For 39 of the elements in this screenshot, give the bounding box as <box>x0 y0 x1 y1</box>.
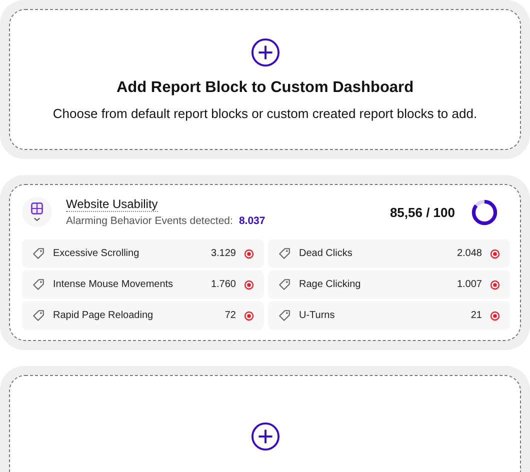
summary-label: Alarming Behavior Events detected: <box>66 215 233 227</box>
summary-value: 8.037 <box>238 215 266 227</box>
alert-dot-icon <box>490 310 500 320</box>
metric-name: Intense Mouse Movements <box>53 279 174 290</box>
metric-name: Excessive Scrolling <box>53 248 140 259</box>
metric-name: Rapid Page Reloading <box>53 310 154 321</box>
panel-description: Choose from default report blocks or custom created report blocks to add. <box>52 106 478 121</box>
metric-value: 1.007 <box>456 279 482 290</box>
alert-dot-icon <box>490 248 500 258</box>
tag-icon <box>278 247 291 260</box>
add-icon[interactable] <box>250 38 280 67</box>
tag-icon <box>278 309 291 322</box>
metric-row[interactable]: U-Turns 21 <box>268 301 510 330</box>
score-text: 85,56 / 100 <box>390 204 455 220</box>
tag-icon <box>32 247 45 260</box>
metric-row[interactable]: Dead Clicks 2.048 <box>268 239 510 268</box>
block-title[interactable]: Website Usability <box>66 197 158 212</box>
tag-icon <box>32 309 45 322</box>
metric-value: 21 <box>470 310 482 321</box>
metric-name: U-Turns <box>299 310 336 321</box>
metric-row[interactable]: Rage Clicking 1.007 <box>268 270 510 299</box>
metric-name: Dead Clicks <box>299 248 354 259</box>
tag-icon <box>32 278 45 291</box>
alert-dot-icon <box>490 280 500 290</box>
metric-row[interactable]: Intense Mouse Movements 1.760 <box>22 270 264 299</box>
tag-icon <box>278 278 291 291</box>
alert-dot-icon <box>244 310 254 320</box>
metric-value: 72 <box>224 310 236 321</box>
metric-row[interactable]: Excessive Scrolling 3.129 <box>22 239 264 268</box>
alert-dot-icon <box>244 280 254 290</box>
metric-value: 3.129 <box>210 248 236 259</box>
grid-icon[interactable] <box>22 197 52 227</box>
metric-name: Rage Clicking <box>299 279 362 290</box>
metric-value: 1.760 <box>210 279 236 290</box>
add-icon[interactable] <box>250 422 280 450</box>
metric-row[interactable]: Rapid Page Reloading 72 <box>22 301 264 330</box>
panel-title: Add Report Block to Custom Dashboard <box>116 79 414 97</box>
metric-value: 2.048 <box>456 248 482 259</box>
alert-dot-icon <box>244 248 254 258</box>
